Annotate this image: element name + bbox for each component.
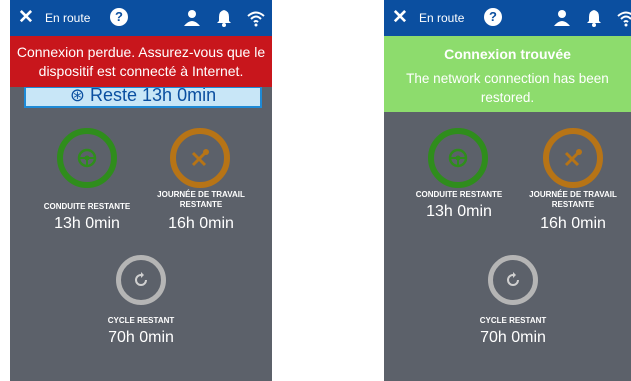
connection-restored-message: The network connection has been restored… [406,71,609,105]
phone-screen-left: ✕ En route ? ⊛ Reste 13h 0min Connexion … [10,0,272,381]
close-icon[interactable]: ✕ [392,8,408,28]
cycle-gauge [488,255,538,305]
screen-title: En route [45,11,91,25]
workday-value: 16h 0min [540,215,606,232]
steering-wheel-icon [448,148,468,168]
driving-label: CONDUITE RESTANTE [415,190,503,199]
refresh-icon [135,272,147,286]
cycle-value: 70h 0min [108,329,174,346]
steering-wheel-icon [77,148,97,168]
close-icon[interactable]: ✕ [18,8,34,28]
connection-restored-banner: Connexion trouvée The network connection… [384,36,631,112]
workday-label: JOURNÉE DE TRAVAIL RESTANTE [529,190,617,209]
workday-value: 16h 0min [168,215,234,232]
driving-value: 13h 0min [426,203,492,220]
help-icon[interactable]: ? [110,8,128,26]
help-icon[interactable]: ? [484,8,502,26]
driving-label: CONDUITE RESTANTE [43,202,131,211]
remaining-time-button[interactable]: ⊛ Reste 13h 0min [24,86,262,108]
cycle-label: CYCLE RESTANT [107,316,175,325]
workday-label: JOURNÉE DE TRAVAIL RESTANTE [157,190,245,209]
cycle-value: 70h 0min [480,329,546,346]
workday-gauge [543,128,603,188]
driving-gauge [428,128,488,188]
screen-title: En route [419,11,465,25]
bell-icon[interactable] [584,8,604,28]
workday-gauge [170,128,230,188]
remaining-time-label: Reste 13h 0min [90,86,217,105]
wifi-icon[interactable] [616,8,631,28]
user-icon[interactable] [182,8,202,28]
cycle-gauge [116,255,166,305]
top-bar: ✕ En route ? [10,0,272,36]
connection-lost-message: Connexion perdue. Assurez-vous que le di… [16,44,266,79]
connection-found-title: Connexion trouvée [444,46,571,62]
tools-icon [191,149,209,167]
connection-lost-banner: Connexion perdue. Assurez-vous que le di… [10,36,272,87]
phone-screen-right: ✕ En route ? Connexion trouvée The netwo… [384,0,631,381]
tools-icon [564,149,582,167]
user-icon[interactable] [552,8,572,28]
steering-wheel-icon: ⊛ [69,86,85,105]
top-bar: ✕ En route ? [384,0,631,36]
bell-icon[interactable] [214,8,234,28]
cycle-label: CYCLE RESTANT [479,316,547,325]
driving-value: 13h 0min [54,215,120,232]
driving-gauge [57,128,117,188]
refresh-icon [507,272,519,286]
wifi-icon[interactable] [246,8,266,28]
